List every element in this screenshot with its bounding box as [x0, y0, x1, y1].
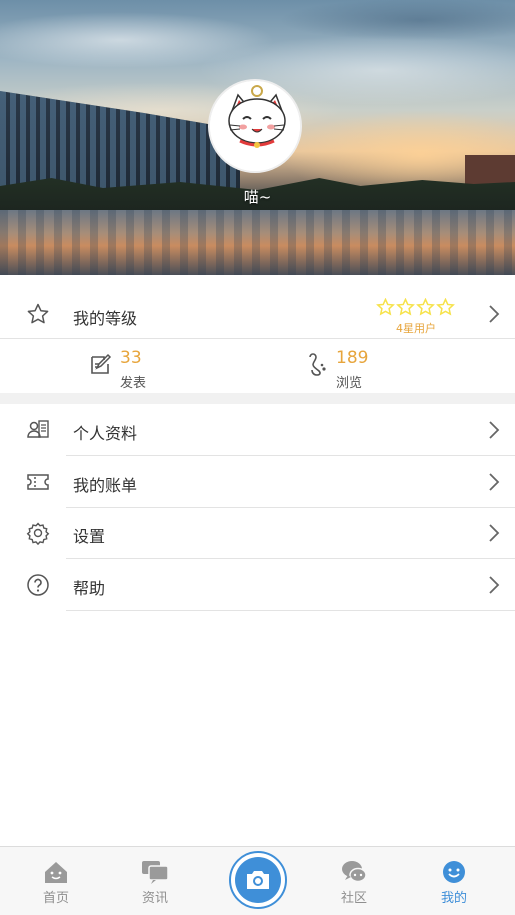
divider [66, 558, 515, 559]
tab-home[interactable]: 首页 [26, 859, 86, 909]
chevron-right-icon [486, 418, 502, 442]
stat-posts-label: 发表 [120, 376, 147, 391]
menu-item-bills[interactable]: 我的账单 [0, 457, 515, 507]
chevron-right-icon [486, 302, 502, 326]
star-icon [396, 298, 415, 316]
menu-item-settings[interactable]: 设置 [0, 508, 515, 558]
menu-item-help[interactable]: 帮助 [0, 560, 515, 610]
stat-posts-value: 33 [120, 348, 142, 368]
gear-icon [26, 521, 50, 545]
star-icon [376, 298, 395, 316]
menu-item-settings-label: 设置 [73, 527, 106, 546]
banner-building-right [465, 155, 515, 185]
chat-icon [142, 861, 169, 884]
stat-views-label: 浏览 [336, 376, 363, 391]
footprint-icon [304, 353, 328, 377]
my-level-label: 我的等级 [73, 309, 138, 328]
divider [66, 455, 515, 456]
menu-item-profile-label: 个人资料 [73, 424, 138, 443]
divider [0, 338, 515, 339]
menu-item-help-label: 帮助 [73, 579, 106, 598]
level-rank-text: 4星用户 [396, 322, 436, 335]
stat-views-value: 189 [336, 348, 369, 368]
profile-card-icon [26, 418, 50, 442]
lucky-cat-avatar-image [210, 81, 300, 171]
home-icon [45, 862, 67, 883]
chevron-right-icon [486, 573, 502, 597]
help-icon [26, 573, 50, 597]
profile-banner: 喵~ [0, 0, 515, 275]
community-icon [342, 861, 367, 883]
avatar[interactable] [208, 79, 302, 173]
tab-community-label: 社区 [340, 891, 367, 906]
tab-mine[interactable]: 我的 [424, 859, 484, 909]
camera-icon [247, 871, 269, 889]
banner-lake [0, 210, 515, 275]
star-outline-icon [26, 302, 50, 326]
tab-community[interactable]: 社区 [324, 859, 384, 909]
chevron-right-icon [486, 470, 502, 494]
section-separator [0, 393, 515, 404]
ticket-icon [26, 470, 50, 494]
divider [66, 610, 515, 611]
stat-views[interactable]: 189 浏览 [304, 348, 424, 392]
tab-news-label: 资讯 [141, 891, 168, 906]
menu-item-profile[interactable]: 个人资料 [0, 405, 515, 455]
star-icon [416, 298, 435, 316]
stat-posts[interactable]: 33 发表 [88, 348, 208, 392]
smile-icon [443, 861, 465, 883]
menu-item-bills-label: 我的账单 [73, 476, 138, 495]
chevron-right-icon [486, 521, 502, 545]
post-edit-icon [88, 353, 112, 377]
profile-nickname: 喵~ [243, 188, 272, 206]
camera-button[interactable] [229, 851, 287, 909]
level-stars [376, 298, 456, 316]
star-icon [436, 298, 455, 316]
tab-home-label: 首页 [42, 891, 69, 906]
tab-news[interactable]: 资讯 [125, 859, 185, 909]
tab-mine-label: 我的 [440, 891, 467, 906]
